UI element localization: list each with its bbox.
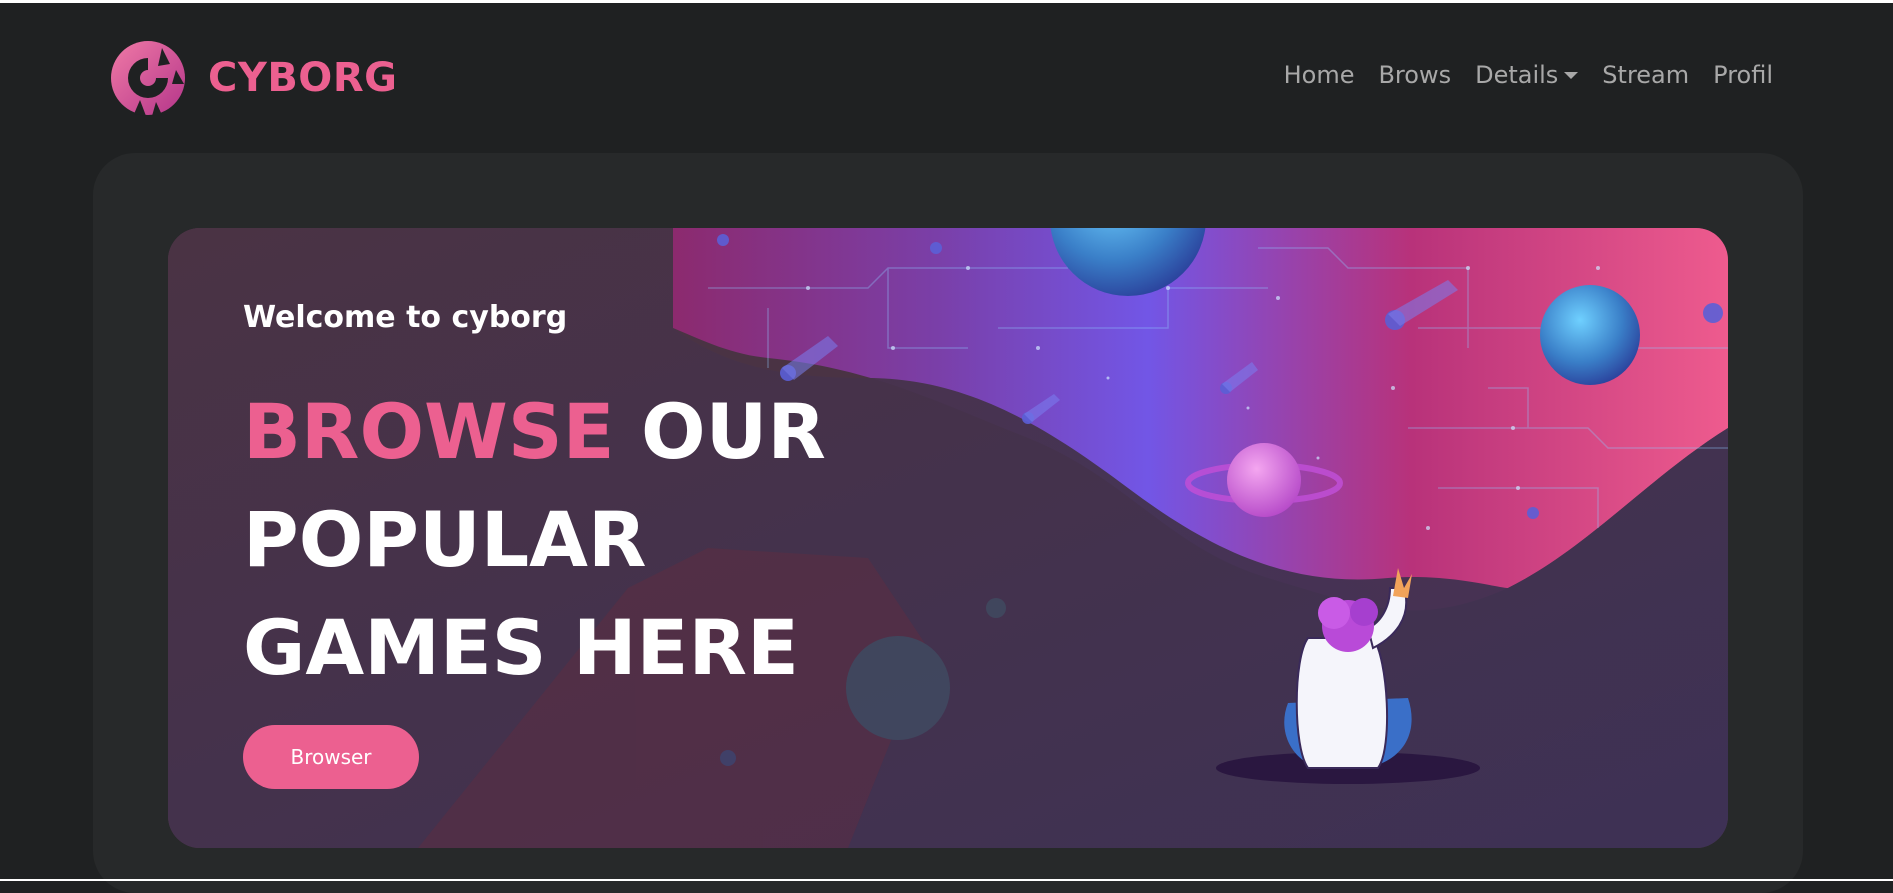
headline-part-3: GAMES HERE — [243, 603, 799, 692]
main-nav: Home Brows Details Stream Profil — [1260, 61, 1773, 89]
headline-accent: BROWSE — [243, 387, 615, 476]
brand-name: CYBORG — [208, 55, 398, 101]
nav-details-label: Details — [1475, 61, 1559, 89]
logo-link[interactable]: CYBORG — [110, 40, 397, 116]
nav-home[interactable]: Home — [1284, 61, 1355, 89]
nav-profil[interactable]: Profil — [1713, 61, 1773, 89]
welcome-heading: Welcome to cyborg — [243, 300, 568, 335]
caret-down-icon — [1564, 71, 1579, 79]
site-header: CYBORG Home Brows Details Stream Profil — [0, 3, 1893, 153]
cyborg-logo-icon — [111, 41, 185, 116]
headline-part-2: POPULAR — [243, 495, 647, 584]
nav-stream[interactable]: Stream — [1602, 61, 1689, 89]
browser-button[interactable]: Browser — [243, 725, 419, 789]
hero-headline: BROWSE OUR POPULAR GAMES HERE — [243, 378, 963, 702]
nav-details-dropdown[interactable]: Details — [1475, 61, 1579, 89]
hero-banner: Welcome to cyborg BROWSE OUR POPULAR GAMES… — [168, 228, 1728, 848]
nav-brows[interactable]: Brows — [1378, 61, 1451, 89]
headline-part-1: OUR — [641, 387, 826, 476]
